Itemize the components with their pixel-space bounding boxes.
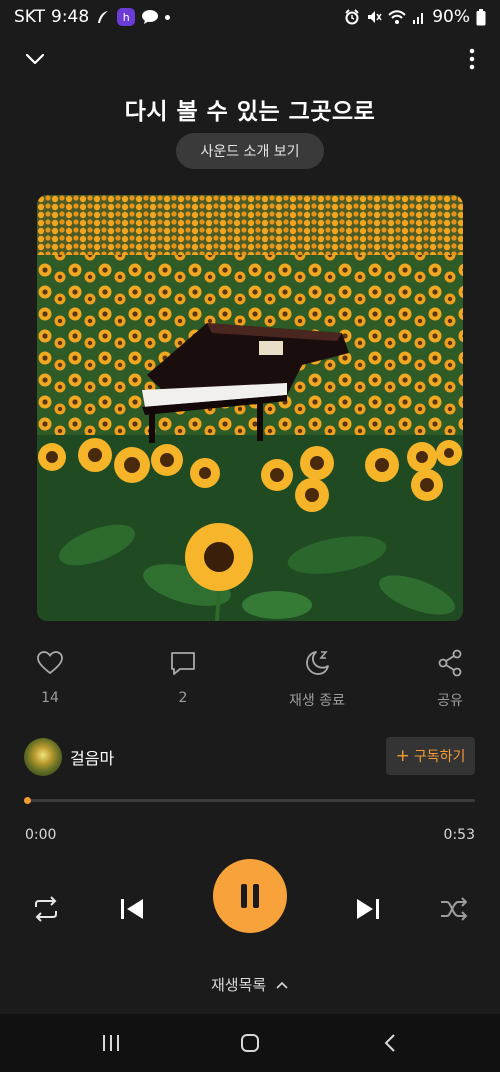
comment-button[interactable]: 2 bbox=[133, 648, 233, 706]
more-options-button[interactable] bbox=[466, 46, 478, 72]
signal-icon bbox=[412, 10, 426, 24]
like-button[interactable]: 14 bbox=[0, 648, 100, 706]
comment-count: 2 bbox=[178, 690, 188, 706]
chevron-up-icon bbox=[276, 981, 288, 989]
repeat-icon bbox=[35, 896, 57, 922]
creator-name[interactable]: 걸음마 bbox=[70, 745, 114, 769]
progress-slider[interactable] bbox=[24, 797, 475, 804]
recent-apps-button[interactable] bbox=[100, 1032, 122, 1058]
shuffle-button[interactable] bbox=[438, 893, 470, 929]
sound-intro-button[interactable]: 사운드 소개 보기 bbox=[176, 133, 324, 169]
action-row: 14 2 재생 종료 공유 bbox=[0, 648, 500, 710]
recent-apps-icon bbox=[103, 1035, 119, 1051]
subscribe-button[interactable]: + 구독하기 bbox=[386, 737, 475, 775]
more-vertical-icon bbox=[469, 48, 475, 70]
playlist-button[interactable]: 재생목록 bbox=[0, 974, 500, 995]
like-count: 14 bbox=[41, 690, 59, 706]
status-right: 90% bbox=[344, 7, 486, 27]
skip-next-icon bbox=[357, 899, 379, 919]
sleep-timer-button[interactable]: 재생 종료 bbox=[267, 648, 367, 710]
share-button[interactable]: 공유 bbox=[400, 648, 500, 710]
home-icon bbox=[241, 1034, 259, 1052]
collapse-button[interactable] bbox=[22, 46, 48, 72]
status-bar: SKT 9:48 h 90% bbox=[0, 0, 500, 36]
status-left: SKT 9:48 h bbox=[14, 7, 171, 27]
clock: 9:48 bbox=[51, 7, 90, 27]
repeat-button[interactable] bbox=[30, 893, 62, 929]
system-nav-bar bbox=[0, 1014, 500, 1072]
back-icon bbox=[384, 1034, 395, 1052]
album-cover bbox=[37, 195, 463, 621]
back-button[interactable] bbox=[380, 1032, 402, 1058]
comment-icon bbox=[171, 652, 195, 675]
carrier-label: SKT bbox=[14, 7, 46, 27]
track-title: 다시 볼 수 있는 그곳으로 bbox=[124, 99, 376, 125]
alarm-icon bbox=[344, 9, 360, 25]
next-button[interactable] bbox=[352, 893, 384, 929]
share-icon bbox=[438, 649, 462, 677]
mute-icon bbox=[366, 9, 382, 25]
wifi-icon bbox=[388, 9, 406, 25]
skip-previous-icon bbox=[121, 899, 143, 919]
plus-icon: + bbox=[395, 746, 410, 766]
subscribe-label: 구독하기 bbox=[413, 749, 466, 765]
battery-icon bbox=[476, 8, 486, 26]
cover-artwork bbox=[37, 195, 463, 621]
app-notification-icon: h bbox=[117, 8, 136, 26]
chat-bubble-icon bbox=[141, 9, 159, 25]
home-button[interactable] bbox=[239, 1032, 261, 1058]
heart-icon bbox=[37, 651, 63, 675]
chevron-down-icon bbox=[25, 53, 45, 65]
current-time: 0:00 bbox=[25, 827, 57, 843]
avatar[interactable] bbox=[24, 738, 62, 776]
shuffle-icon bbox=[441, 897, 468, 921]
battery-percent: 90% bbox=[432, 7, 470, 27]
feather-icon bbox=[95, 9, 111, 25]
creator-row[interactable]: 걸음마 bbox=[24, 737, 114, 777]
sleep-moon-icon bbox=[306, 651, 329, 675]
share-label: 공유 bbox=[437, 693, 463, 709]
pause-icon bbox=[241, 884, 259, 908]
previous-button[interactable] bbox=[116, 893, 148, 929]
progress-knob[interactable] bbox=[24, 797, 32, 804]
duration-time: 0:53 bbox=[443, 827, 475, 843]
sleep-timer-label: 재생 종료 bbox=[289, 693, 345, 709]
playlist-label: 재생목록 bbox=[211, 976, 267, 994]
pause-button[interactable] bbox=[213, 859, 287, 933]
more-notifications-dot bbox=[165, 14, 171, 20]
